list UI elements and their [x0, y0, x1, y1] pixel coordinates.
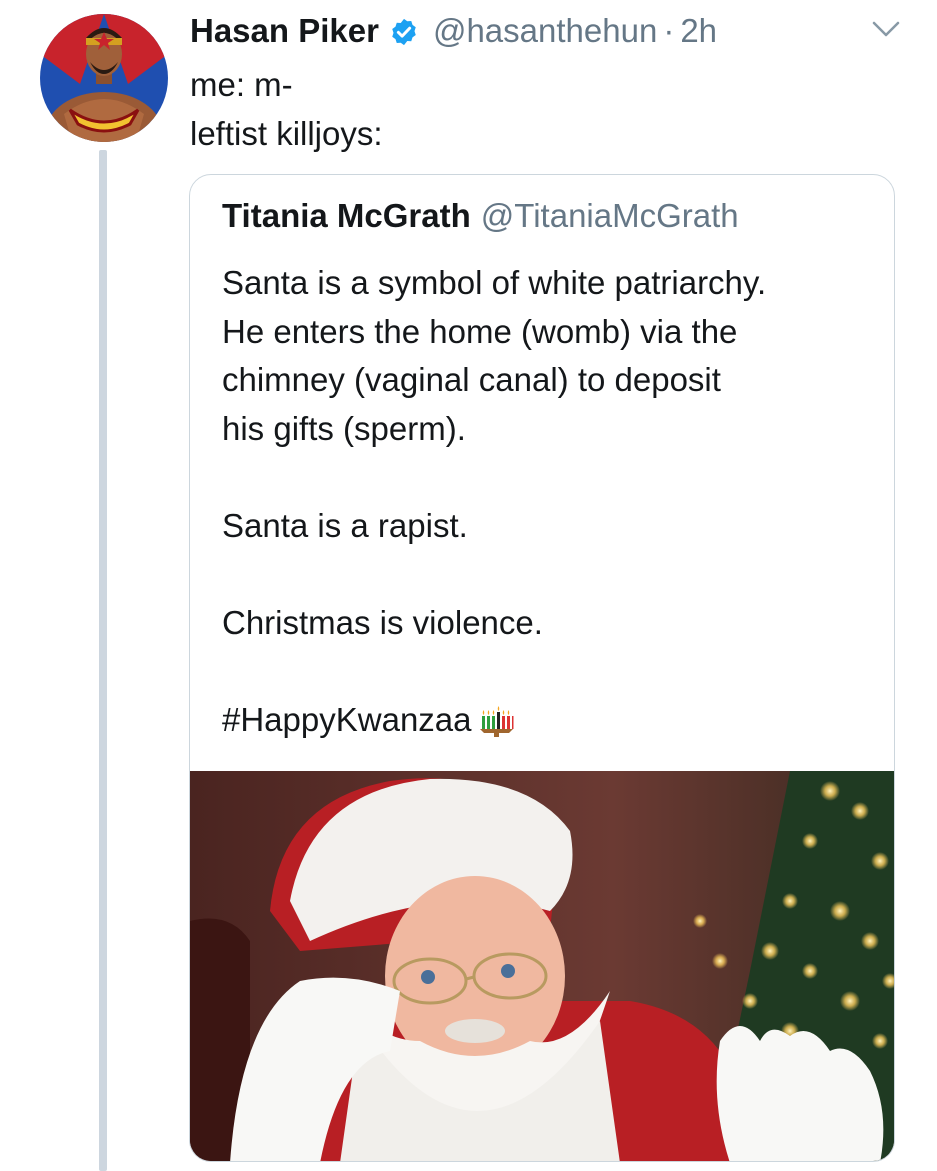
- quoted-line: Santa is a symbol of white patriarchy.: [222, 264, 767, 301]
- quoted-line: He enters the home (womb) via the: [222, 312, 738, 350]
- santa-photo[interactable]: [190, 771, 894, 1161]
- hashtag-link[interactable]: #HappyKwanzaa: [222, 696, 472, 745]
- thread-line: [99, 150, 107, 1171]
- quoted-line: chimney (vaginal canal) to deposit: [222, 361, 721, 398]
- kinara-candles-icon: [478, 703, 514, 737]
- quoted-author-name: Titania McGrath: [222, 197, 471, 234]
- quoted-tweet-header: Titania McGrath @TitaniaMcGrath: [222, 197, 739, 235]
- quoted-line: Santa is a rapist.: [222, 506, 468, 544]
- quoted-tweet-card[interactable]: Titania McGrath @TitaniaMcGrath Santa is …: [189, 174, 895, 1162]
- hashtag-line: #HappyKwanzaa: [222, 696, 872, 745]
- chevron-down-icon[interactable]: [868, 14, 904, 44]
- avatar-illustration: [40, 14, 168, 142]
- timestamp[interactable]: 2h: [680, 12, 717, 50]
- tweet-text: me: m- leftist killjoys:: [190, 60, 383, 158]
- author-name[interactable]: Hasan Piker: [190, 12, 379, 50]
- quoted-tweet-text: Santa is a symbol of white patriarchy. H…: [222, 259, 872, 744]
- separator-dot: ·: [663, 12, 675, 49]
- author-handle[interactable]: @hasanthehun: [433, 12, 657, 50]
- tweet-header: Hasan Piker @hasanthehun · 2h: [190, 8, 717, 54]
- avatar[interactable]: [40, 14, 168, 142]
- quoted-line: his gifts (sperm).: [222, 409, 466, 447]
- tweet-line: me: m-: [190, 66, 293, 103]
- quoted-line: Christmas is violence.: [222, 603, 543, 641]
- quoted-author-handle: @TitaniaMcGrath: [480, 197, 739, 234]
- tweet-line: leftist killjoys:: [190, 115, 383, 152]
- verified-badge-icon: [389, 17, 419, 47]
